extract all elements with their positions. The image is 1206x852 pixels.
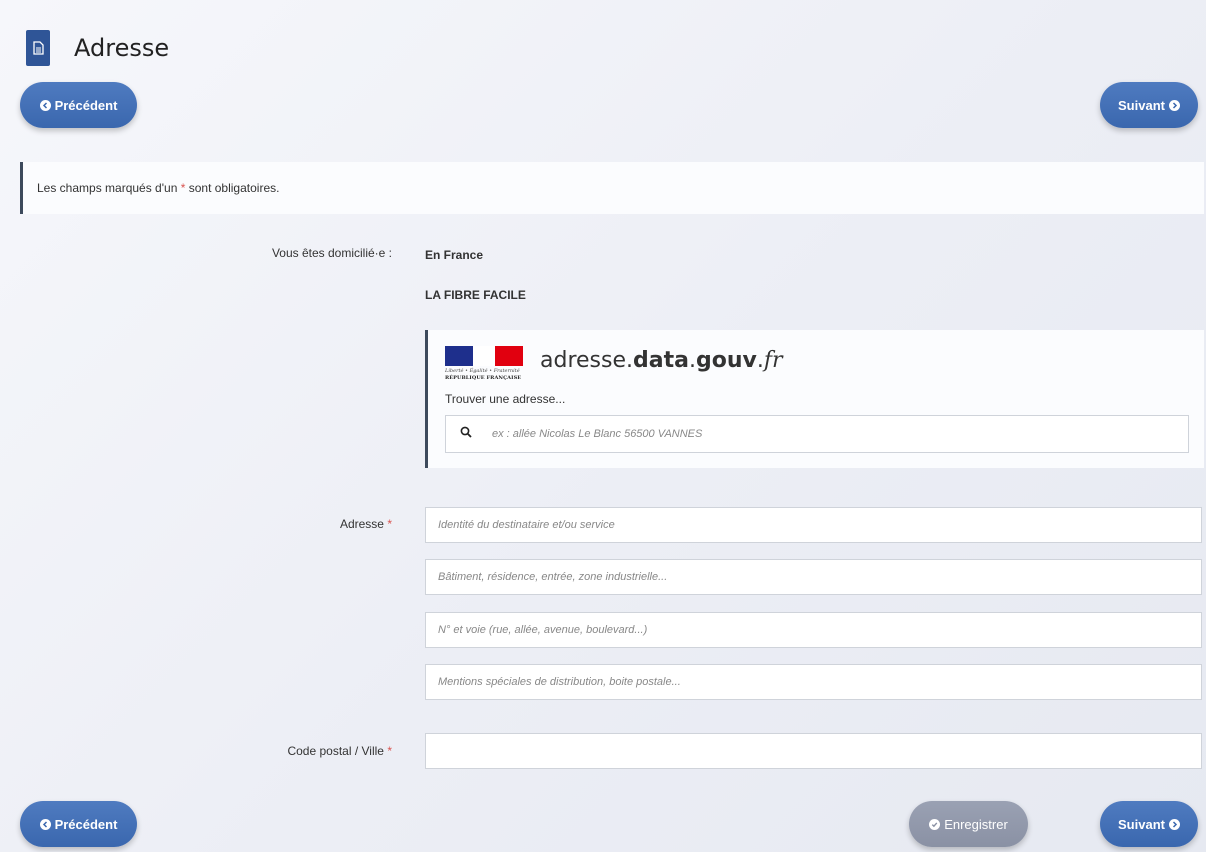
ban-hint-text: Trouver une adresse...: [445, 392, 566, 406]
next-button-label: Suivant: [1118, 97, 1165, 113]
page-title: Adresse: [74, 34, 170, 62]
postal-city-label: Code postal / Ville *: [287, 744, 392, 758]
address-search-input[interactable]: [492, 428, 1092, 440]
next-button-top[interactable]: Suivant: [1100, 82, 1198, 128]
save-button[interactable]: Enregistrer: [909, 801, 1028, 847]
next-button-label: Suivant: [1118, 816, 1165, 832]
previous-button-label: Précédent: [54, 97, 118, 113]
address-search-box: [445, 415, 1189, 453]
notice-prefix: Les champs marqués d'un: [37, 181, 178, 195]
required-fields-notice: Les champs marqués d'un * sont obligatoi…: [20, 162, 1204, 214]
document-icon: [26, 30, 50, 66]
previous-button-top[interactable]: Précédent: [20, 82, 137, 128]
ban-brand: adresse.data.gouv.fr: [540, 348, 783, 373]
republic-motto: Liberté • Égalité • Fraternité: [445, 368, 520, 374]
address-line2-input[interactable]: [425, 559, 1202, 595]
republique-francaise-text: RÉPUBLIQUE FRANÇAISE: [445, 375, 522, 381]
marianne-logo: [445, 346, 523, 366]
arrow-left-circle-icon: [39, 818, 51, 830]
postal-city-input[interactable]: [425, 733, 1202, 769]
search-icon: [460, 425, 472, 443]
notice-suffix: sont obligatoires.: [188, 181, 280, 195]
required-star: *: [180, 181, 186, 195]
address-label: Adresse *: [339, 517, 392, 531]
domicile-label: Vous êtes domicilié·e :: [271, 246, 392, 260]
arrow-right-circle-icon: [1168, 99, 1180, 111]
address-search-widget: Liberté • Égalité • Fraternité RÉPUBLIQU…: [425, 330, 1204, 468]
check-circle-icon: [929, 818, 941, 830]
previous-button-label: Précédent: [54, 816, 118, 832]
previous-button-bottom[interactable]: Précédent: [20, 801, 137, 847]
next-button-bottom[interactable]: Suivant: [1100, 801, 1198, 847]
arrow-left-circle-icon: [39, 99, 51, 111]
operator-name: LA FIBRE FACILE: [425, 288, 526, 302]
arrow-right-circle-icon: [1168, 818, 1180, 830]
address-required-star: *: [387, 517, 392, 531]
domicile-value: En France: [425, 248, 484, 262]
page-header: Adresse: [26, 30, 169, 66]
save-button-label: Enregistrer: [944, 816, 1008, 832]
address-line3-input[interactable]: [425, 612, 1202, 648]
address-line4-input[interactable]: [425, 664, 1202, 700]
address-line1-input[interactable]: [425, 507, 1202, 543]
postal-required-star: *: [387, 744, 392, 758]
